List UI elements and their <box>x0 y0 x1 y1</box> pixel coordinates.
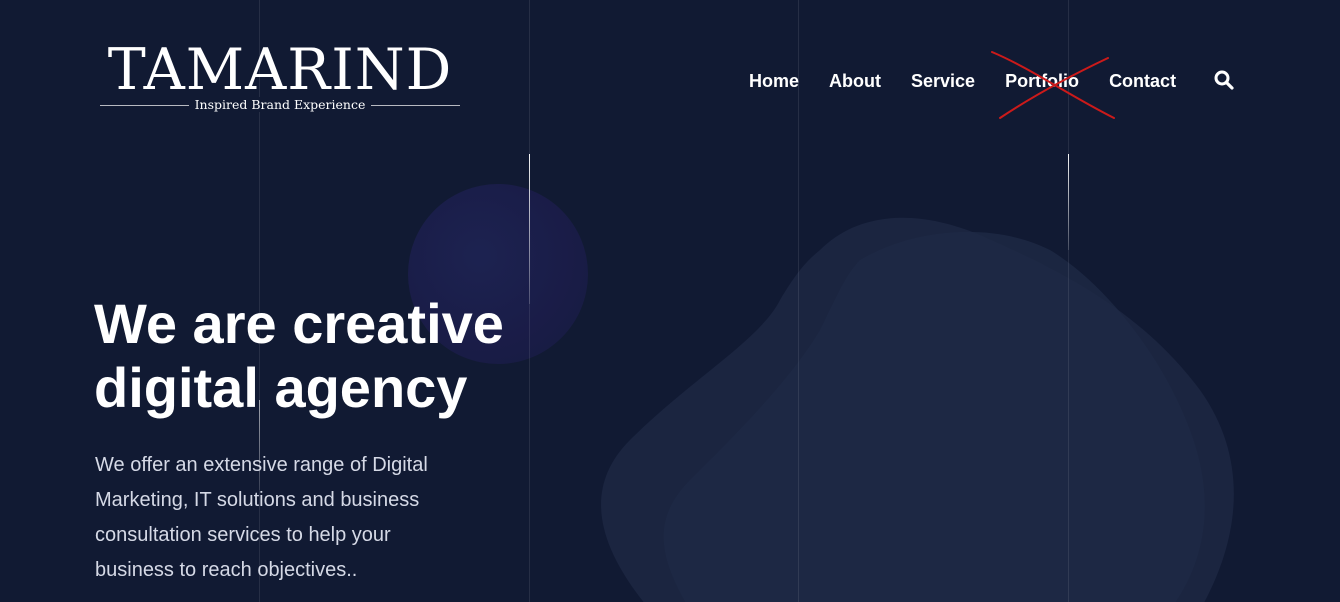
nav-item-about[interactable]: About <box>829 71 881 92</box>
logo-wordmark: TAMARIND <box>107 37 453 103</box>
decorative-blob <box>601 217 1234 602</box>
nav-item-service[interactable]: Service <box>911 71 975 92</box>
logo-tagline: Inspired Brand Experience <box>100 97 460 113</box>
hero-description-line: Marketing, IT solutions and business <box>95 489 420 511</box>
strike-through-mark <box>991 51 1115 119</box>
hero-title-line: We are creative <box>94 292 504 355</box>
hero-title: We are creative digital agency <box>94 292 504 420</box>
hero-description: We offer an extensive range of Digital M… <box>95 448 515 588</box>
hero-title-line: digital agency <box>94 356 468 419</box>
main-nav: Home About Service Portfolio Contact <box>749 68 1200 94</box>
hero-description-line: We offer an extensive range of Digital <box>95 454 428 476</box>
brand-logo[interactable]: TAMARIND Inspired Brand Experience <box>100 38 460 118</box>
nav-item-contact[interactable]: Contact <box>1109 71 1176 92</box>
search-icon[interactable] <box>1214 70 1234 90</box>
hero-description-line: business to reach objectives.. <box>95 559 358 581</box>
nav-item-home[interactable]: Home <box>749 71 799 92</box>
hero-description-line: consultation services to help your <box>95 524 391 546</box>
grid-line-highlight <box>529 154 530 304</box>
grid-line-highlight <box>1068 154 1069 250</box>
